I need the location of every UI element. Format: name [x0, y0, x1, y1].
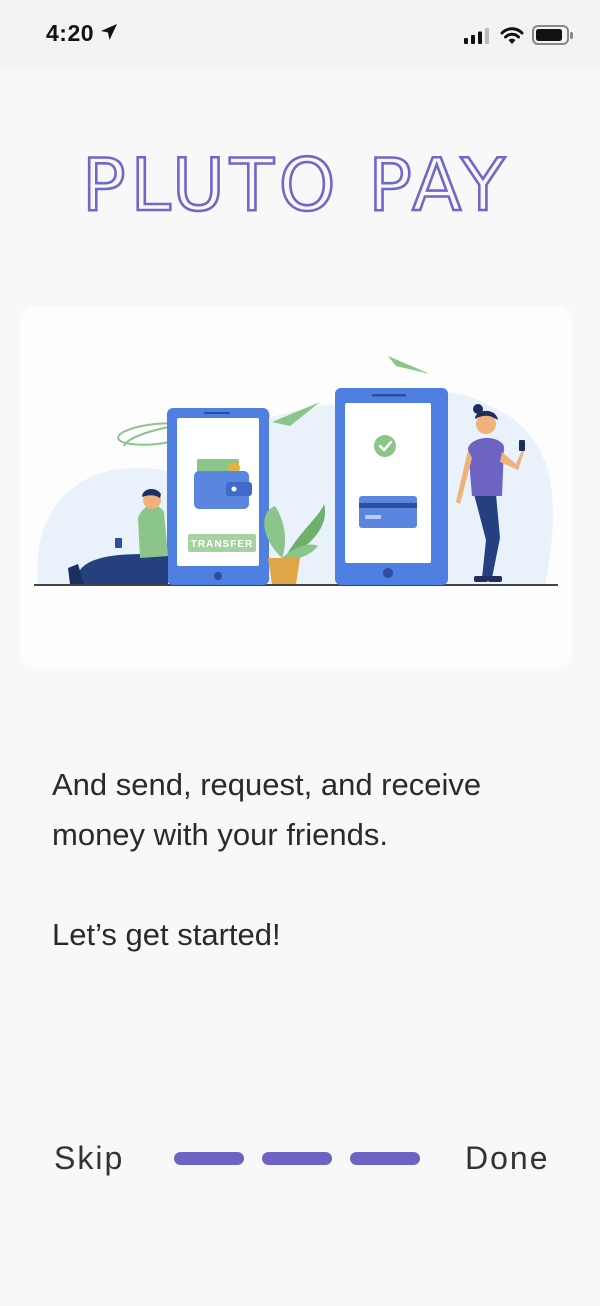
page-indicator-dot[interactable]	[174, 1152, 244, 1165]
wifi-icon	[500, 27, 524, 44]
card-icon	[359, 496, 417, 528]
paper-plane-icon	[388, 356, 430, 374]
onboarding-text: And send, request, and receive money wit…	[52, 760, 562, 960]
man-phone	[115, 538, 122, 548]
done-button[interactable]: Done	[465, 1140, 550, 1177]
page-indicator-dot[interactable]	[350, 1152, 420, 1165]
woman-torso	[468, 437, 504, 496]
status-bar: 4:20	[0, 0, 600, 68]
cellular-signal-icon	[464, 28, 489, 44]
transfer-label: TRANSFER	[191, 539, 253, 550]
check-icon	[374, 435, 396, 457]
status-time: 4:20	[46, 20, 95, 46]
woman-phone	[519, 440, 525, 451]
page-indicator-dot[interactable]	[262, 1152, 332, 1165]
battery-icon	[532, 25, 573, 45]
plant-pot	[268, 558, 300, 584]
right-phone-screen	[345, 403, 431, 563]
location-arrow-icon	[101, 24, 117, 40]
onboarding-message: And send, request, and receive money wit…	[52, 767, 482, 852]
onboarding-nav: Skip Done	[0, 1132, 600, 1192]
onboarding-illustration: TRANSFER	[20, 306, 572, 668]
app-logo: PLUTO PAY	[0, 130, 600, 240]
app-logo-text: PLUTO PAY	[82, 143, 510, 227]
onboarding-cta-text: Let’s get started!	[52, 917, 281, 952]
man-torso	[138, 505, 168, 558]
skip-button[interactable]: Skip	[54, 1140, 124, 1177]
